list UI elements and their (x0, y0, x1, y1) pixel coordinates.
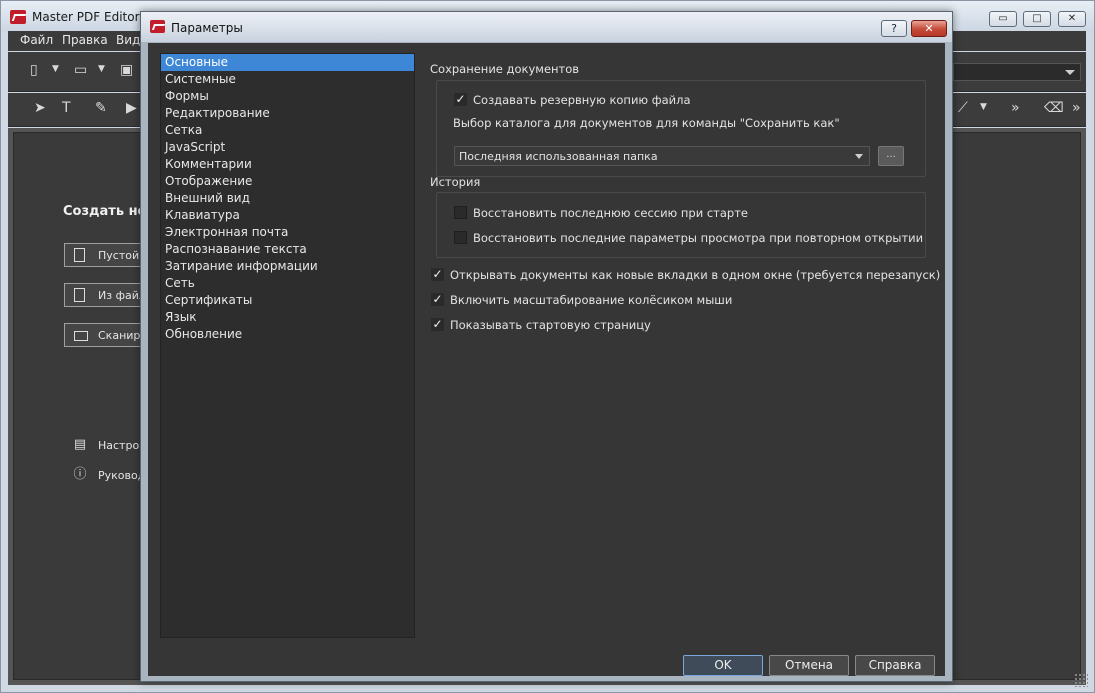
category-item[interactable]: Затирание информации (161, 258, 414, 275)
chevron-down-icon[interactable]: ▼ (98, 64, 105, 74)
select-arrow-icon[interactable]: ➤ (34, 100, 46, 116)
category-item[interactable]: Распознавание текста (161, 241, 414, 258)
chevron-down-icon (855, 154, 863, 159)
wheel-zoom-checkbox[interactable]: ✓ (431, 293, 444, 306)
close-button[interactable]: ✕ (911, 20, 947, 37)
start-page-row[interactable]: ✓ Показывать стартовую страницу (431, 317, 931, 333)
dialog-title: Параметры (171, 21, 243, 35)
app-title: Master PDF Editor (32, 10, 140, 24)
dialog-title-bar: Параметры ? ✕ (141, 12, 952, 42)
category-item[interactable]: Отображение (161, 173, 414, 190)
ok-button[interactable]: OK (683, 655, 763, 676)
save-icon[interactable]: ▣ (120, 62, 133, 78)
overflow-icon[interactable]: » (1072, 100, 1081, 116)
info-icon: ⓘ (73, 467, 87, 482)
category-item[interactable]: Основные (161, 54, 414, 71)
app-close-button[interactable]: ✕ (1058, 11, 1086, 27)
new-document-icon[interactable]: ▯ (30, 62, 38, 78)
restore-session-checkbox[interactable] (454, 206, 467, 219)
chevron-down-icon[interactable]: ▼ (980, 102, 987, 112)
restore-view-row[interactable]: Восстановить последние параметры просмот… (454, 230, 923, 246)
zoom-combo[interactable] (953, 63, 1081, 81)
minimize-button[interactable]: ▭ (989, 11, 1017, 27)
backup-checkbox-row[interactable]: ✓ Создавать резервную копию файла (454, 92, 904, 108)
overflow-icon[interactable]: » (1011, 100, 1020, 116)
category-item[interactable]: Системные (161, 71, 414, 88)
edit-forms-icon[interactable]: ✎ (95, 100, 107, 116)
folder-prompt: Выбор каталога для документов для команд… (453, 116, 840, 130)
open-folder-icon[interactable]: ▭ (74, 62, 87, 78)
maximize-button[interactable]: □ (1023, 11, 1051, 27)
settings-icon: ▤ (73, 437, 87, 452)
menu-file[interactable]: Файл (20, 33, 53, 47)
text-tool-icon[interactable]: T (62, 100, 71, 116)
category-item[interactable]: Язык (161, 309, 414, 326)
category-item[interactable]: Клавиатура (161, 207, 414, 224)
help-dialog-button[interactable]: Справка (855, 655, 935, 676)
chevron-down-icon[interactable]: ▼ (52, 64, 59, 74)
category-item[interactable]: Электронная почта (161, 224, 414, 241)
tabs-option-checkbox[interactable]: ✓ (431, 268, 444, 281)
eraser-icon[interactable]: ⌫ (1044, 100, 1064, 116)
scanner-icon (74, 331, 88, 341)
dialog-body: Основные Системные Формы Редактирование Сетк… (148, 43, 945, 676)
category-item[interactable]: Редактирование (161, 105, 414, 122)
folder-select[interactable]: Последняя использованная папка (454, 146, 870, 166)
start-page-checkbox[interactable]: ✓ (431, 318, 444, 331)
blank-page-icon (74, 248, 85, 262)
browse-button[interactable]: ... (878, 146, 904, 166)
category-item[interactable]: Формы (161, 88, 414, 105)
app-logo-icon (150, 20, 165, 33)
category-item[interactable]: Комментарии (161, 156, 414, 173)
restore-view-checkbox[interactable] (454, 231, 467, 244)
app-logo-icon (10, 10, 26, 24)
category-item[interactable]: JavaScript (161, 139, 414, 156)
resize-grip[interactable] (1074, 673, 1088, 687)
category-item[interactable]: Сеть (161, 275, 414, 292)
category-list: Основные Системные Формы Редактирование Сетк… (160, 53, 415, 638)
history-section-title: История (430, 175, 481, 189)
backup-checkbox[interactable]: ✓ (454, 93, 467, 106)
wheel-zoom-row[interactable]: ✓ Включить масштабирование колёсиком мыш… (431, 292, 931, 308)
cancel-button[interactable]: Отмена (769, 655, 849, 676)
object-tool-icon[interactable]: ▶ (126, 100, 137, 116)
history-group (436, 192, 926, 258)
file-icon (74, 288, 85, 302)
category-item[interactable]: Внешний вид (161, 190, 414, 207)
line-tool-icon[interactable]: ⟋ (958, 100, 968, 116)
menu-view[interactable]: Вид (116, 33, 140, 47)
category-item[interactable]: Сертификаты (161, 292, 414, 309)
category-item[interactable]: Обновление (161, 326, 414, 343)
preferences-dialog: Параметры ? ✕ Основные Системные Формы Реда… (140, 11, 953, 682)
restore-session-row[interactable]: Восстановить последнюю сессию при старте (454, 205, 914, 221)
save-section-title: Сохранение документов (430, 62, 580, 76)
tabs-option-row[interactable]: ✓ Открывать документы как новые вкладки … (431, 267, 940, 283)
menu-edit[interactable]: Правка (62, 33, 108, 47)
help-button[interactable]: ? (881, 20, 907, 37)
category-item[interactable]: Сетка (161, 122, 414, 139)
